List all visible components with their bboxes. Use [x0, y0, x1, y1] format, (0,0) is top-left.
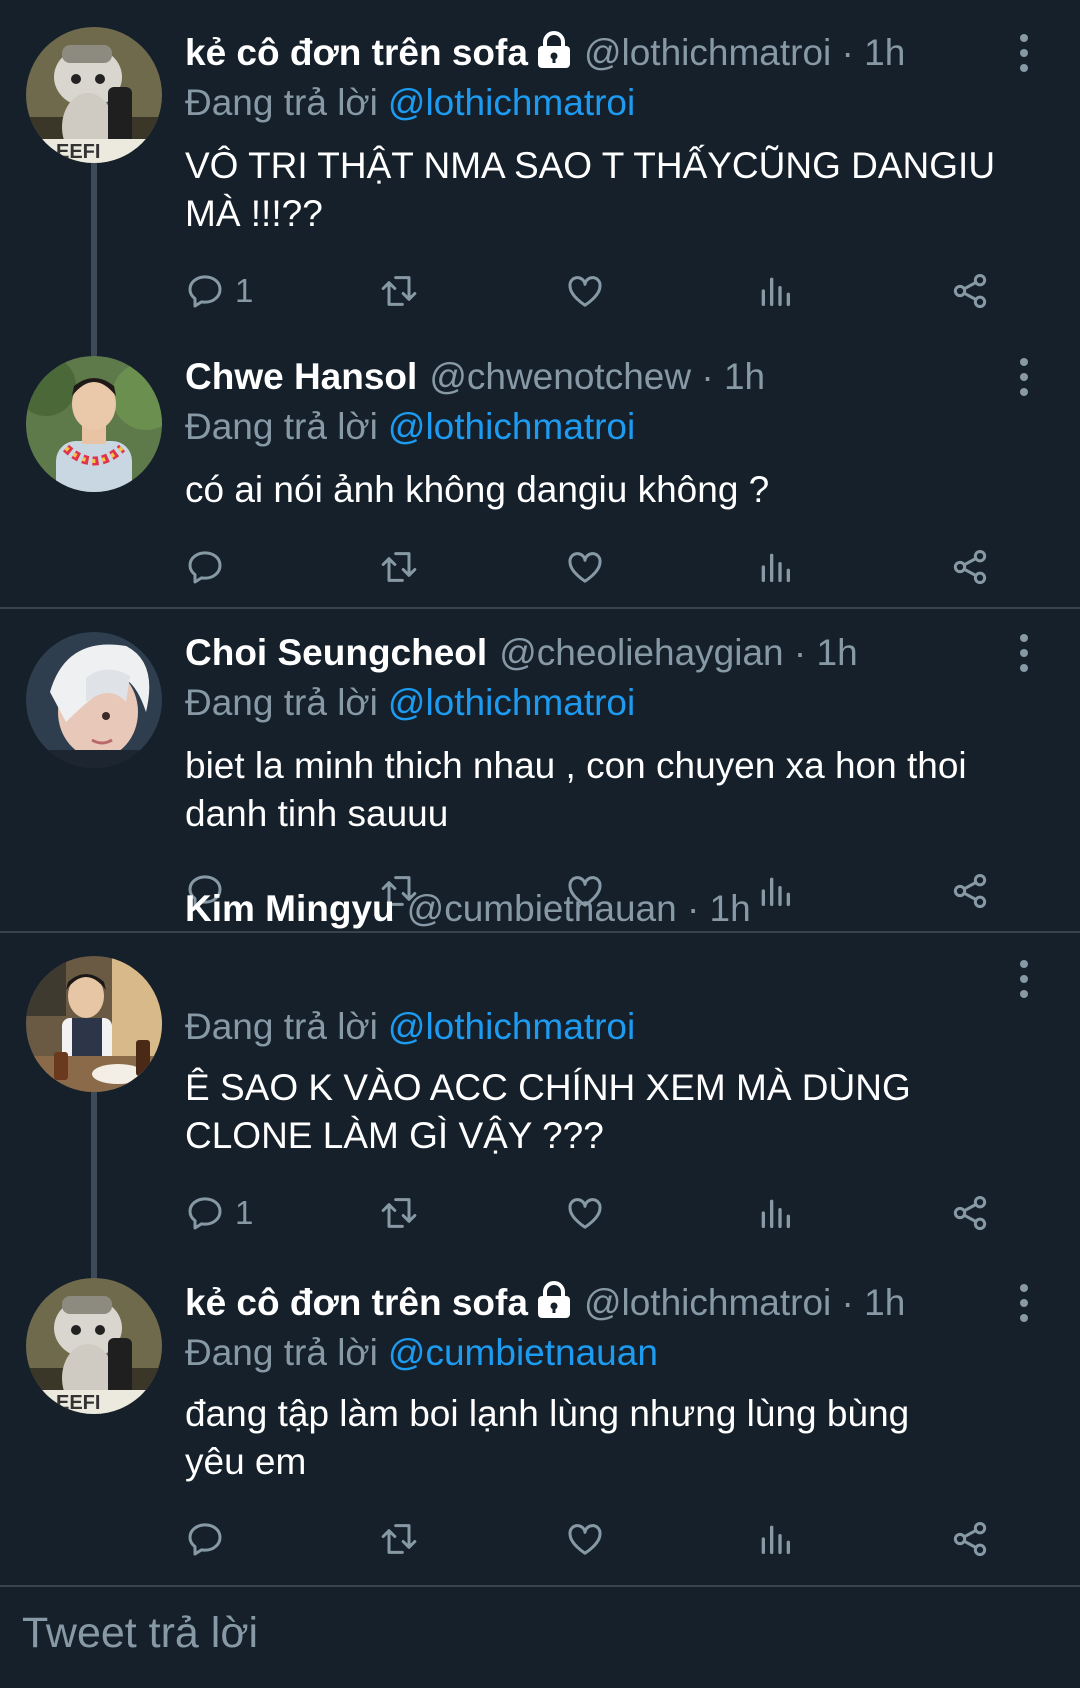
replying-to: Đang trả lời @lothichmatroi [185, 682, 636, 723]
share-icon [953, 1522, 987, 1556]
analytics-icon [761, 553, 790, 582]
reply-input[interactable]: Tweet trả lời [22, 1603, 258, 1663]
more-options-icon[interactable] [1004, 352, 1044, 402]
retweet-button[interactable] [379, 1514, 419, 1564]
svg-text:EEFI: EEFI [56, 141, 100, 163]
retweet-icon [381, 276, 417, 306]
tweet-actions: 1 [185, 266, 1015, 316]
reply-button[interactable] [185, 542, 235, 592]
reply-button[interactable]: 1 [185, 1188, 253, 1238]
share-button[interactable] [950, 266, 990, 316]
tweet-actions: 1 [185, 1188, 1015, 1238]
analytics-icon [761, 1525, 790, 1554]
replying-to: Đang trả lời @lothichmatroi [185, 406, 636, 447]
handle-timestamp[interactable]: @cheoliehaygian · 1h [499, 632, 857, 673]
heart-icon [568, 552, 602, 583]
tweet-text: Ê SAO K VÀO ACC CHÍNH XEM MÀ DÙNG CLONE … [185, 1067, 911, 1156]
mention-link[interactable]: @lothichmatroi [388, 82, 635, 123]
thread-line [91, 158, 97, 358]
tweet-text: đang tập làm boi lạnh lùng nhưng lùng bù… [185, 1393, 910, 1482]
retweet-icon [381, 1524, 417, 1554]
share-icon [953, 1196, 987, 1230]
display-name[interactable]: kẻ cô đơn trên sofa [185, 32, 528, 73]
analytics-button[interactable] [755, 266, 795, 316]
retweet-icon [381, 552, 417, 582]
tweet-actions [185, 1514, 1015, 1564]
heart-icon [568, 1524, 602, 1555]
reply-compose-bar: Tweet trả lời [0, 1585, 1080, 1688]
reply-icon [188, 551, 222, 584]
reply-icon [188, 275, 222, 308]
retweet-button[interactable] [379, 542, 419, 592]
share-icon [953, 550, 987, 584]
analytics-button[interactable] [755, 542, 795, 592]
thread-line [91, 1090, 97, 1280]
share-icon [953, 274, 987, 308]
replying-to: Đang trả lời @lothichmatroi [185, 82, 636, 123]
display-name[interactable]: Kim Mingyu [185, 888, 395, 929]
tweet-text: biet la minh thich nhau , con chuyen xa … [185, 745, 967, 834]
display-name[interactable]: Chwe Hansol [185, 356, 417, 397]
tweet-text: có ai nói ảnh không dangiu không ? [185, 469, 770, 510]
handle-timestamp[interactable]: @lothichmatroi · 1h [584, 32, 905, 73]
share-button[interactable] [950, 1188, 990, 1238]
reply-icon [188, 1197, 222, 1230]
reply-icon [188, 1523, 222, 1556]
retweet-icon [381, 1198, 417, 1228]
replying-to: Đang trả lời @lothichmatroi [185, 1006, 636, 1047]
lock-icon [536, 1281, 572, 1328]
like-button[interactable] [565, 266, 605, 316]
heart-icon [568, 1198, 602, 1229]
like-button[interactable] [565, 1188, 605, 1238]
reply-button[interactable]: 1 [185, 266, 253, 316]
mention-link[interactable]: @lothichmatroi [388, 1006, 635, 1047]
more-options-icon[interactable] [1004, 954, 1044, 1004]
like-button[interactable] [565, 1514, 605, 1564]
replying-to: Đang trả lời @cumbietnauan [185, 1332, 658, 1373]
avatar[interactable] [26, 956, 162, 1092]
share-button[interactable] [950, 542, 990, 592]
display-name[interactable]: Choi Seungcheol [185, 632, 487, 673]
handle-timestamp[interactable]: @cumbietnauan · 1h [407, 888, 751, 929]
handle-timestamp[interactable]: @chwenotchew · 1h [429, 356, 765, 397]
tweet-actions [185, 542, 1015, 592]
avatar[interactable] [26, 632, 162, 768]
avatar[interactable] [26, 356, 162, 492]
divider [0, 607, 1080, 609]
analytics-button[interactable] [755, 1188, 795, 1238]
heart-icon [568, 276, 602, 307]
lock-icon [536, 31, 572, 78]
reply-count: 1 [235, 1194, 254, 1231]
display-name[interactable]: kẻ cô đơn trên sofa [185, 1282, 528, 1323]
retweet-button[interactable] [379, 1188, 419, 1238]
reply-button[interactable] [185, 1514, 235, 1564]
more-options-icon[interactable] [1004, 1278, 1044, 1328]
mention-link[interactable]: @cumbietnauan [388, 1332, 658, 1373]
reply-count: 1 [235, 272, 254, 309]
analytics-icon [761, 1199, 790, 1228]
more-options-icon[interactable] [1004, 628, 1044, 678]
svg-text:EEFI: EEFI [56, 1392, 100, 1414]
avatar[interactable]: EEFI [26, 1278, 162, 1414]
avatar[interactable]: EEFI [26, 27, 162, 163]
analytics-icon [761, 277, 790, 306]
analytics-button[interactable] [755, 1514, 795, 1564]
mention-link[interactable]: @lothichmatroi [388, 406, 635, 447]
more-options-icon[interactable] [1004, 28, 1044, 78]
handle-timestamp[interactable]: @lothichmatroi · 1h [584, 1282, 905, 1323]
tweet-text: VÔ TRI THẬT NMA SAO T THẤYCŨNG DANGIU MÀ… [185, 145, 996, 234]
mention-link[interactable]: @lothichmatroi [388, 682, 635, 723]
like-button[interactable] [565, 542, 605, 592]
retweet-button[interactable] [379, 266, 419, 316]
share-button[interactable] [950, 1514, 990, 1564]
